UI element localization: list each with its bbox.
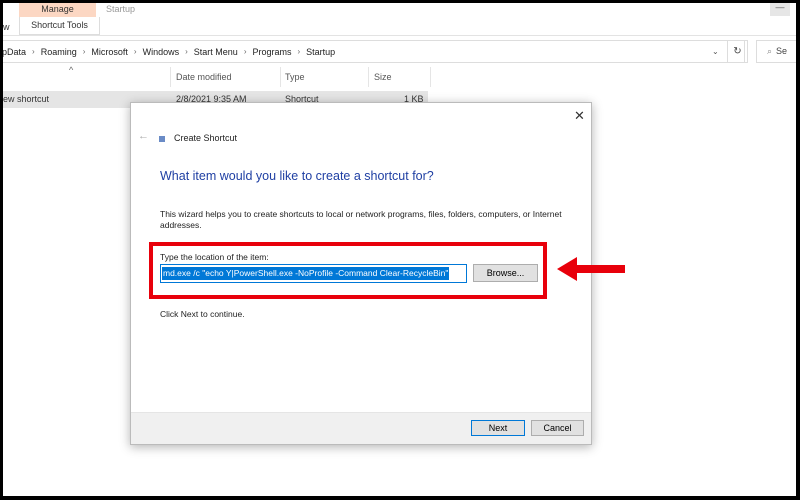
minimize-button[interactable]: — [770, 3, 790, 16]
sort-caret-icon[interactable]: ^ [69, 65, 73, 75]
browse-button[interactable]: Browse... [473, 264, 538, 282]
breadcrumb-appdata[interactable]: pData [3, 47, 26, 57]
chevron-right-icon: › [133, 47, 137, 56]
chevron-right-icon: › [297, 47, 301, 56]
close-icon[interactable]: ✕ [574, 108, 585, 124]
column-divider[interactable] [430, 67, 431, 87]
location-input[interactable]: md.exe /c "echo Y|PowerShell.exe -NoProf… [160, 264, 467, 283]
column-header-type[interactable]: Type [285, 72, 305, 82]
location-label: Type the location of the item: [160, 252, 269, 262]
create-shortcut-dialog: ✕ ← Create Shortcut What item would you … [130, 102, 592, 445]
chevron-right-icon: › [243, 47, 247, 56]
search-placeholder: Se [776, 46, 788, 56]
tab-manage[interactable]: Manage [19, 3, 96, 17]
chevron-down-icon[interactable]: ⌄ [712, 47, 719, 56]
breadcrumb-windows[interactable]: Windows [143, 47, 180, 57]
next-button[interactable]: Next [471, 420, 525, 436]
file-name[interactable]: ew shortcut [3, 94, 49, 104]
column-divider[interactable] [368, 67, 369, 87]
address-bar[interactable]: pData › Roaming › Microsoft › Windows › Star… [3, 40, 745, 63]
refresh-button[interactable]: ↻ [727, 40, 748, 63]
search-input[interactable]: ⌕ Se [756, 40, 796, 63]
arrow-shape [557, 257, 625, 281]
breadcrumb-start-menu[interactable]: Start Menu [194, 47, 238, 57]
cancel-button[interactable]: Cancel [531, 420, 584, 436]
column-divider[interactable] [280, 67, 281, 87]
column-header-size[interactable]: Size [374, 72, 392, 82]
tab-shortcut-tools[interactable]: Shortcut Tools [19, 17, 100, 35]
window-title: Startup [106, 4, 136, 14]
continue-hint: Click Next to continue. [160, 309, 245, 319]
chevron-right-icon: › [82, 47, 86, 56]
search-icon: ⌕ [767, 46, 773, 56]
dialog-footer: Next Cancel [131, 412, 591, 444]
dialog-description: This wizard helps you to create shortcut… [160, 209, 562, 230]
column-header-date[interactable]: Date modified [176, 72, 232, 82]
back-arrow-icon[interactable]: ← [138, 130, 149, 142]
breadcrumb-roaming[interactable]: Roaming [41, 47, 77, 57]
red-arrow-icon [557, 257, 625, 281]
breadcrumb-startup[interactable]: Startup [306, 47, 335, 57]
column-divider[interactable] [170, 67, 171, 87]
location-value: md.exe /c "echo Y|PowerShell.exe -NoProf… [162, 267, 450, 280]
breadcrumb-programs[interactable]: Programs [252, 47, 291, 57]
breadcrumb-microsoft[interactable]: Microsoft [91, 47, 128, 57]
dialog-title: Create Shortcut [174, 133, 238, 143]
chevron-right-icon: › [185, 47, 188, 56]
dialog-heading: What item would you like to create a sho… [160, 169, 434, 183]
tab-view-fragment[interactable]: w [3, 22, 10, 32]
ribbon-divider [3, 35, 796, 36]
shortcut-icon [159, 136, 165, 142]
file-explorer-window: Manage Startup Shortcut Tools w — pData ›… [3, 3, 796, 496]
chevron-right-icon: › [32, 47, 35, 56]
